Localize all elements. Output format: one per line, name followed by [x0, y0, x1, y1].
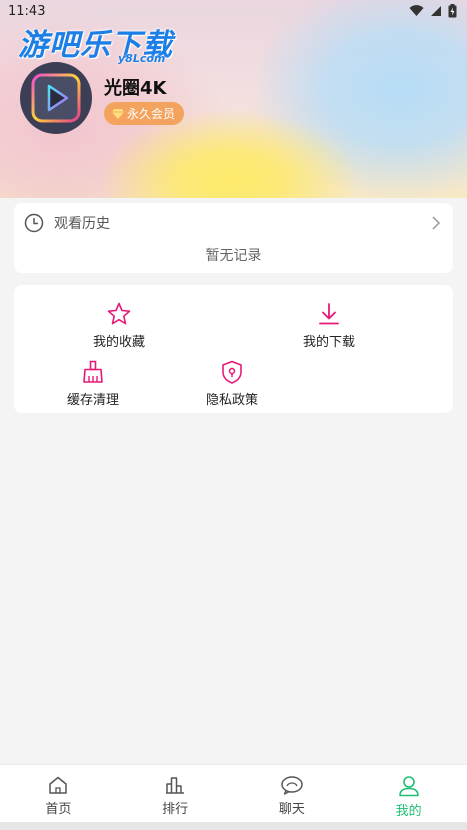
star-icon — [107, 302, 131, 325]
shield-icon — [222, 360, 242, 384]
bottom-tab-bar: 首页 排行 聊天 我的 — [0, 764, 467, 822]
watch-history-header: 观看历史 — [24, 213, 110, 233]
tab-mine[interactable]: 我的 — [350, 765, 467, 822]
clear-cache-label: 缓存清理 — [67, 393, 120, 408]
my-downloads-label: 我的下载 — [303, 335, 356, 350]
my-favorites-label: 我的收藏 — [93, 335, 146, 350]
my-downloads-button[interactable]: 我的下载 — [303, 301, 355, 350]
vip-badge: 永久会员 — [104, 102, 185, 125]
broom-icon — [83, 360, 103, 383]
bar-chart-icon — [166, 777, 185, 794]
clear-cache-button[interactable]: 缓存清理 — [67, 359, 119, 408]
avatar[interactable] — [20, 62, 92, 134]
tab-chat-label: 聊天 — [278, 802, 305, 817]
watermark-logo: 游吧乐下载 y8Lcom — [18, 20, 173, 65]
tab-ranking-label: 排行 — [162, 802, 189, 817]
feature-menu-card: 我的收藏 我的下载 缓存清理 隐私政策 — [14, 285, 453, 413]
status-time: 11:43 — [8, 4, 46, 19]
user-icon — [398, 776, 419, 797]
watermark-domain: y8Lcom — [118, 52, 166, 65]
play-logo-icon — [31, 73, 81, 123]
tab-ranking[interactable]: 排行 — [117, 765, 234, 822]
diamond-icon — [112, 108, 124, 119]
watch-history-card[interactable]: 观看历史 暂无记录 — [14, 203, 453, 273]
status-icons — [409, 4, 457, 18]
home-icon — [49, 776, 68, 794]
vip-label: 永久会员 — [127, 107, 176, 121]
tab-chat[interactable]: 聊天 — [234, 765, 351, 822]
privacy-policy-label: 隐私政策 — [206, 393, 259, 408]
chat-bubble-icon — [281, 776, 303, 795]
my-favorites-button[interactable]: 我的收藏 — [93, 301, 145, 350]
navigation-bar — [0, 822, 467, 830]
signal-icon — [431, 6, 441, 16]
watch-history-empty-text: 暂无记录 — [205, 248, 262, 264]
privacy-policy-button[interactable]: 隐私政策 — [206, 359, 258, 408]
tab-mine-label: 我的 — [395, 804, 422, 819]
username: 光圈4K — [104, 78, 167, 99]
battery-icon — [448, 4, 457, 18]
clock-icon — [24, 213, 44, 233]
download-icon — [319, 303, 339, 325]
tab-home-label: 首页 — [45, 802, 72, 817]
chevron-right-icon[interactable] — [431, 215, 441, 231]
wifi-icon — [409, 5, 424, 16]
watch-history-title: 观看历史 — [54, 216, 110, 232]
tab-home[interactable]: 首页 — [0, 765, 117, 822]
